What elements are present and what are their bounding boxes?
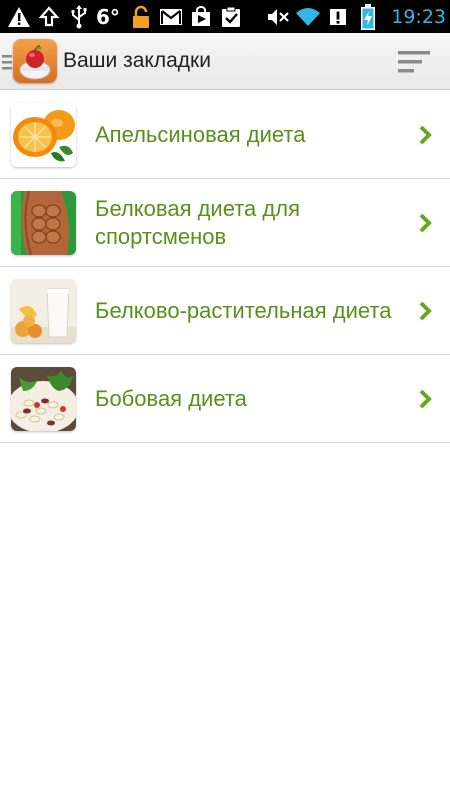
- milk-fruit-thumbnail: [11, 279, 76, 343]
- list-item[interactable]: Белково-растительная диета: [0, 267, 450, 355]
- action-bar: Ваши закладки: [0, 33, 450, 90]
- bean-salad-thumbnail: [11, 367, 76, 431]
- app-logo-icon[interactable]: [13, 39, 57, 83]
- chevron-right-icon: [418, 389, 432, 409]
- page-title: Ваши закладки: [63, 49, 211, 72]
- bookmark-label: Апельсиновая диета: [95, 121, 306, 147]
- sort-icon[interactable]: [396, 49, 432, 75]
- orange-thumbnail: [11, 103, 76, 167]
- chevron-right-icon: [418, 213, 432, 233]
- bookmark-list: Апельсиновая диета Белковая диета для сп…: [0, 91, 450, 443]
- alert-icon: [325, 0, 351, 33]
- warning-icon: [6, 0, 32, 33]
- menu-icon[interactable]: [2, 54, 12, 70]
- list-item[interactable]: Белковая диета для спортсменов: [0, 179, 450, 267]
- lock-icon: [128, 0, 154, 33]
- bookmark-label: Бобовая диета: [95, 385, 247, 411]
- clock-text: 19:23: [391, 5, 446, 28]
- wifi-icon: [295, 0, 321, 33]
- chevron-right-icon: [418, 301, 432, 321]
- list-item[interactable]: Апельсиновая диета: [0, 91, 450, 179]
- gmail-icon: [158, 0, 184, 33]
- usb-icon: [66, 0, 92, 33]
- play-store-icon: [188, 0, 214, 33]
- chevron-right-icon: [418, 125, 432, 145]
- bookmark-label: Белково-растительная диета: [95, 297, 392, 323]
- upload-icon: [36, 0, 62, 33]
- athlete-thumbnail: [11, 191, 76, 255]
- battery-charging-icon: [355, 0, 381, 33]
- clipboard-check-icon: [218, 0, 244, 33]
- bookmark-label: Белковая диета для спортсменов: [95, 195, 300, 249]
- status-bar: 6° 19:23: [0, 0, 450, 33]
- temperature-text: 6°: [96, 4, 120, 29]
- mute-icon: [265, 0, 291, 33]
- list-item[interactable]: Бобовая диета: [0, 355, 450, 443]
